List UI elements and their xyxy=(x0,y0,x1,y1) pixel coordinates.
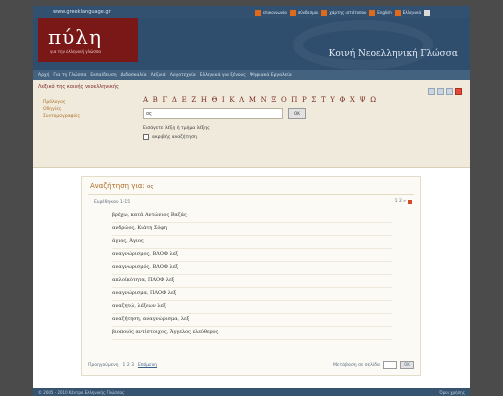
page-numbers[interactable]: 1 2 3 xyxy=(123,363,134,368)
nav-item[interactable]: Λεξικά xyxy=(151,73,166,78)
list-item[interactable]: ανδρώος, Κιάτη Σόφη xyxy=(112,223,392,236)
copyright: © 2005 - 2010 Κέντρο Ελληνικής Γλώσσας xyxy=(38,389,125,395)
list-item[interactable]: αναγνωρισμός, ΒΛΟΦ λεξ xyxy=(112,262,392,275)
results-area: Αναζήτηση για: ος Ευρέθηκαν 1-15 1 2 » β… xyxy=(33,168,470,380)
goto-page-button[interactable]: OK xyxy=(400,361,414,369)
site-tagline: www.greeklanguage.gr xyxy=(53,9,111,15)
top-link-links[interactable]: σύνδεσμοι xyxy=(289,9,318,16)
divider xyxy=(88,194,414,195)
nav-item[interactable]: Αρχή xyxy=(38,73,49,78)
result-list: βρέχω, κατά Αντώνιος Βαζάς ανδρώος, Κιάτ… xyxy=(112,210,392,340)
site-logo[interactable]: πύλη για την ελληνική γλώσσα xyxy=(38,18,138,62)
search-panel: Λεξικό της κοινής νεοελληνικής Πρόλογος … xyxy=(33,80,470,168)
side-link-preface[interactable]: Πρόλογος xyxy=(43,99,80,106)
help-icon[interactable] xyxy=(455,88,462,95)
alphabet-index[interactable]: Α Β Γ Δ Ε Ζ Η Θ Ι Κ Λ Μ Ν Ξ Ο Π Ρ Σ Τ Υ … xyxy=(143,95,377,105)
toolbar-icons xyxy=(428,88,462,95)
top-link-contact[interactable]: επικοινωνία xyxy=(255,9,287,16)
list-item[interactable]: βρέχω, κατά Αντώνιος Βαζάς xyxy=(112,210,392,223)
orange-square-icon xyxy=(394,9,401,16)
top-link-sitemap[interactable]: χάρτης ιστότοπου xyxy=(321,9,366,16)
prev-page-link[interactable]: Προηγούμενη xyxy=(88,363,119,368)
header: www.greeklanguage.gr επικοινωνία σύνδεσμ… xyxy=(33,6,470,70)
exact-search-checkbox[interactable] xyxy=(143,134,149,140)
print-icon[interactable] xyxy=(428,88,435,95)
next-page-link[interactable]: Επόμενη xyxy=(138,363,157,368)
side-link-abbreviations[interactable]: Συντομογραφίες xyxy=(43,113,80,120)
nav-item[interactable]: Εκπαίδευση xyxy=(90,73,116,78)
list-item[interactable]: αναζητώ, λέξεων λεξ xyxy=(112,301,392,314)
results-panel: Αναζήτηση για: ος Ευρέθηκαν 1-15 1 2 » β… xyxy=(81,176,421,376)
breadcrumb[interactable]: Λεξικό της κοινής νεοελληνικής xyxy=(38,84,119,91)
orange-square-icon xyxy=(369,9,376,16)
results-title: Αναζήτηση για: ος xyxy=(90,182,154,190)
list-item[interactable]: αναγνώρισμα, ΠΛΟΦ λεξ xyxy=(112,288,392,301)
list-item[interactable]: αναζήτηση, αναγνώρισμα, λεξ xyxy=(112,314,392,327)
email-icon[interactable] xyxy=(437,88,444,95)
list-item[interactable]: βιοποιός αντίστοιχος, Άγγελος ελεύθερος xyxy=(112,327,392,340)
nav-item[interactable]: Διδασκαλία xyxy=(121,73,147,78)
top-link-greek[interactable]: Ελληνικά xyxy=(394,9,421,16)
pagination: Προηγούμενη 1 2 3 Επόμενη xyxy=(88,363,157,368)
side-link-instructions[interactable]: Οδηγίες xyxy=(43,106,80,113)
settings-icon[interactable] xyxy=(424,9,431,16)
orange-square-icon xyxy=(289,9,296,16)
nav-item[interactable]: Ψηφιακά Εργαλεία xyxy=(250,73,292,78)
next-page-icon[interactable] xyxy=(408,199,412,204)
goto-page: Μετάβαση σε σελίδα OK xyxy=(333,361,414,369)
exact-search-option[interactable]: ακριβής αναζήτηση xyxy=(143,134,197,140)
logo-subtitle: για την ελληνική γλώσσα xyxy=(50,49,102,54)
search-hint: Εισάγετε λέξη ή τμήμα λέξης xyxy=(143,126,210,131)
list-item[interactable]: αναγνώρισμος, ΒΛΟΦ λεξ xyxy=(112,249,392,262)
orange-square-icon xyxy=(255,9,261,16)
nav-item[interactable]: Για τη Γλώσσα xyxy=(53,73,86,78)
nav-item[interactable]: Λογοτεχνία xyxy=(170,73,196,78)
results-count: Ευρέθηκαν 1-15 xyxy=(94,200,131,205)
exact-search-label: ακριβής αναζήτηση xyxy=(152,134,197,140)
nav-item[interactable]: Ελληνικά για ξένους xyxy=(200,73,246,78)
main-nav: Αρχή Για τη Γλώσσα Εκπαίδευση Διδασκαλία… xyxy=(33,70,470,80)
top-link-english[interactable]: English xyxy=(369,9,392,16)
results-pager[interactable]: 1 2 » xyxy=(395,199,412,204)
top-links: επικοινωνία σύνδεσμοι χάρτης ιστότοπου E… xyxy=(255,8,431,17)
results-query: ος xyxy=(147,184,154,190)
goto-page-input[interactable] xyxy=(383,361,397,369)
list-item[interactable]: άγιος, Άγιος xyxy=(112,236,392,249)
page: www.greeklanguage.gr επικοινωνία σύνδεσμ… xyxy=(33,6,470,396)
side-links: Πρόλογος Οδηγίες Συντομογραφίες xyxy=(43,99,80,120)
search-input[interactable] xyxy=(143,108,283,119)
goto-page-label: Μετάβαση σε σελίδα xyxy=(333,362,380,368)
logo-text: πύλη xyxy=(48,25,102,49)
list-item[interactable]: απλοϊκότητα, ΠΛΟΦ λεξ xyxy=(112,275,392,288)
results-footer: Προηγούμενη 1 2 3 Επόμενη Μετάβαση σε σε… xyxy=(88,359,414,371)
header-decoration xyxy=(293,20,433,70)
terms-link[interactable]: Όροι χρήσης xyxy=(439,390,465,395)
orange-square-icon xyxy=(321,9,328,16)
bookmark-icon[interactable] xyxy=(446,88,453,95)
dictionary-title: Κοινή Νεοελληνική Γλώσσα xyxy=(328,49,458,59)
search-button[interactable]: OK xyxy=(288,108,306,119)
site-footer: © 2005 - 2010 Κέντρο Ελληνικής Γλώσσας Ό… xyxy=(33,388,470,396)
